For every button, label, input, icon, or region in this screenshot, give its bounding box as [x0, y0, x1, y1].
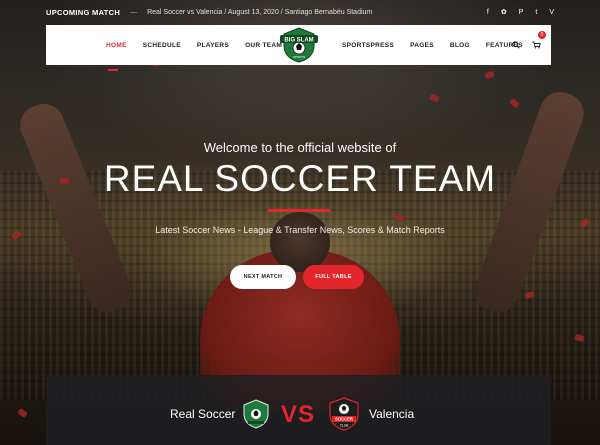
- logo-text: BIG SLAM: [284, 37, 313, 43]
- nav-item-home[interactable]: HOME: [106, 42, 127, 71]
- nav-item-players[interactable]: PLAYERS: [197, 42, 229, 49]
- nav-tools: 0: [512, 25, 546, 65]
- cart-button[interactable]: 0: [532, 31, 546, 54]
- main-navigation: HOME SCHEDULE PLAYERS OUR TEAM BIG SLAM …: [46, 25, 551, 71]
- nav-item-schedule[interactable]: SCHEDULE: [143, 42, 181, 49]
- logo-subtext: SPORTS: [293, 55, 305, 59]
- nav-item-sportspress[interactable]: SPORTSPRESS: [342, 42, 394, 49]
- match-banner: Real Soccer VS SOCCER CLUB Valencia: [46, 375, 551, 445]
- top-bar: UPCOMING MATCH — Real Soccer vs Valencia…: [0, 0, 600, 24]
- social-links: f ✿ P t V: [487, 8, 554, 17]
- away-team-name[interactable]: Valencia: [369, 407, 414, 421]
- hero-welcome-text: Welcome to the official website of: [203, 140, 397, 155]
- cart-icon: [532, 41, 541, 49]
- full-table-button[interactable]: FULL TABLE: [303, 265, 364, 289]
- nav-item-blog[interactable]: BLOG: [450, 42, 470, 49]
- cart-count-badge: 0: [538, 31, 546, 39]
- nav-item-our-team[interactable]: OUR TEAM: [245, 42, 282, 49]
- twitter-icon[interactable]: t: [535, 9, 537, 16]
- separator: —: [130, 8, 138, 16]
- upcoming-match-info[interactable]: Real Soccer vs Valencia / August 13, 202…: [147, 9, 372, 16]
- flickr-icon[interactable]: ✿: [501, 8, 507, 16]
- nav-left-group: HOME SCHEDULE PLAYERS OUR TEAM: [106, 25, 282, 71]
- away-crest-text: SOCCER: [335, 417, 353, 422]
- away-team-crest-icon[interactable]: SOCCER CLUB: [328, 397, 360, 431]
- upcoming-match-label: UPCOMING MATCH: [46, 7, 121, 17]
- versus-label: VS: [281, 401, 316, 428]
- home-team-name[interactable]: Real Soccer: [170, 407, 235, 421]
- home-team-crest-icon[interactable]: [242, 399, 270, 429]
- facebook-icon[interactable]: f: [487, 9, 489, 16]
- pinterest-icon[interactable]: P: [519, 9, 524, 16]
- logo-crest-icon: BIG SLAM SPORTS: [280, 27, 318, 63]
- away-crest-subtext: CLUB: [340, 424, 349, 428]
- next-match-button[interactable]: NEXT MATCH: [230, 265, 296, 289]
- site-logo[interactable]: BIG SLAM SPORTS: [279, 25, 319, 65]
- vimeo-icon[interactable]: V: [549, 9, 554, 16]
- nav-right-group: SPORTSPRESS PAGES BLOG FEATURES: [342, 25, 523, 65]
- hero-subtitle: Latest Soccer News - League & Transfer N…: [155, 225, 445, 235]
- title-underline: [268, 209, 330, 212]
- search-icon[interactable]: [512, 41, 520, 49]
- nav-item-pages[interactable]: PAGES: [410, 42, 434, 49]
- hero-title: REAL SOCCER TEAM: [103, 158, 497, 199]
